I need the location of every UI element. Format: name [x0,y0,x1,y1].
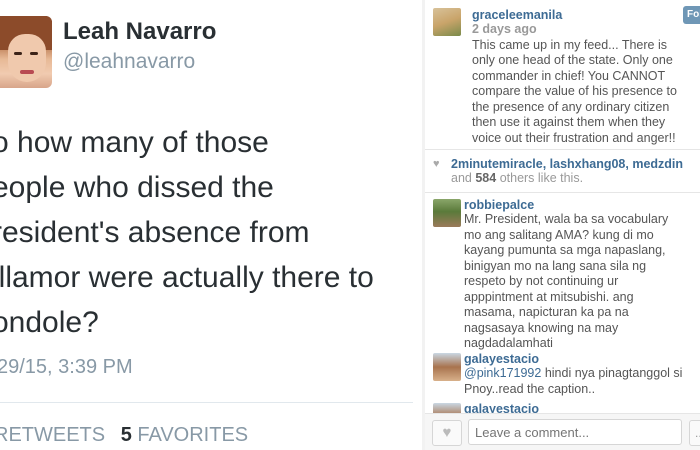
comment-line: masama, napicturan ka pa na [464,305,629,319]
avatar-eye [30,52,38,55]
instagram-comments-panel: graceleemanila Fol 2 days ago This came … [425,0,700,450]
comment-body: @pink171992 hindi nya pinagtanggol si Pn… [464,366,682,397]
comment-username[interactable]: graceleemanila [472,8,562,22]
comment-line: apppintment at mitsubishi. ang [464,289,634,304]
commenter-avatar[interactable] [433,199,461,227]
heart-icon: ♥ [433,158,440,170]
comment-username[interactable]: galayestacio [464,352,539,366]
more-options-button[interactable]: ... [689,420,700,446]
comment-line: kayang pumunta sa mga napaslang, [464,243,666,257]
tweet-text-line: resident's absence from [0,216,310,249]
tweet-avatar[interactable] [0,16,52,88]
comment-line: mo ang salitang AMA? kung di mo [464,227,654,242]
tweet-stats: RETWEETS 5 FAVORITES [0,424,248,447]
comment-line: voice out their frustration and anger!! [472,130,676,145]
comment-line: respeto by not continuing ur [464,274,619,288]
tweet-divider [0,402,413,403]
comment-line: @pink171992 hindi nya pinagtanggol si [464,366,683,380]
tweet-text-line: o how many of those [0,126,269,159]
comment-line: then use it against them when they [472,115,666,129]
tweet-timestamp[interactable]: 29/15, 3:39 PM [0,356,133,379]
comment-time: 2 days ago [472,22,537,36]
heart-icon: ♥ [442,424,452,441]
favorites-label[interactable]: FAVORITES [137,424,248,446]
comment-footer: ♥ ... [425,413,700,450]
comment-mention[interactable]: @pink171992 [464,366,541,380]
follow-button[interactable]: Fol [683,6,700,24]
comment-body: Mr. President, wala ba sa vocabulary mo … [464,212,668,352]
comment-line: nagdadalamhati [464,336,553,350]
comment-line: This came up in my feed... There is [472,37,667,52]
comment-line: binigyan mo na lang sana sila ng [464,258,647,273]
avatar-lips [20,70,34,74]
tweet-text-line: illamor were actually there to [0,261,374,294]
like-button[interactable]: ♥ [432,420,462,446]
tweet-text-line: ondole? [0,306,99,339]
comment-body: 2 days ago This came up in my feed... Th… [472,22,677,146]
favorites-count[interactable]: 5 [121,424,132,446]
comment-line: nagsasaya knowing na may [464,320,619,335]
commenter-avatar[interactable] [433,8,461,36]
comment-line: commander in chief! You CANNOT [472,68,666,83]
comment-line: the presence of any ordinary citizen [472,99,670,114]
divider [425,192,700,193]
tweet-author-handle[interactable]: @leahnavarro [63,50,195,74]
likers-list[interactable]: 2minutemiracle, lashxhang08, medzdin [451,157,683,171]
tweet-card: Leah Navarro @leahnavarro o how many of … [0,0,422,450]
comment-line: only one head of the state. Only one [472,53,673,67]
tweet-author-name[interactable]: Leah Navarro [63,18,216,46]
tweet-text-line: eople who dissed the [0,171,274,204]
comment-line: compare the value of his presence to [472,84,677,98]
avatar-face [8,34,46,82]
retweets-label[interactable]: RETWEETS [0,424,105,446]
comment-username[interactable]: robbiepalce [464,198,534,212]
avatar-eye [14,52,22,55]
divider [425,149,700,150]
comment-line: Pnoy..read the caption.. [464,381,596,396]
tweet-text: o how many of those eople who dissed the… [0,120,422,345]
comment-input[interactable] [468,419,682,445]
comment-line: Mr. President, wala ba sa vocabulary [464,212,669,226]
commenter-avatar[interactable] [433,353,461,381]
likes-count-text: and 584 others like this. [451,171,584,185]
